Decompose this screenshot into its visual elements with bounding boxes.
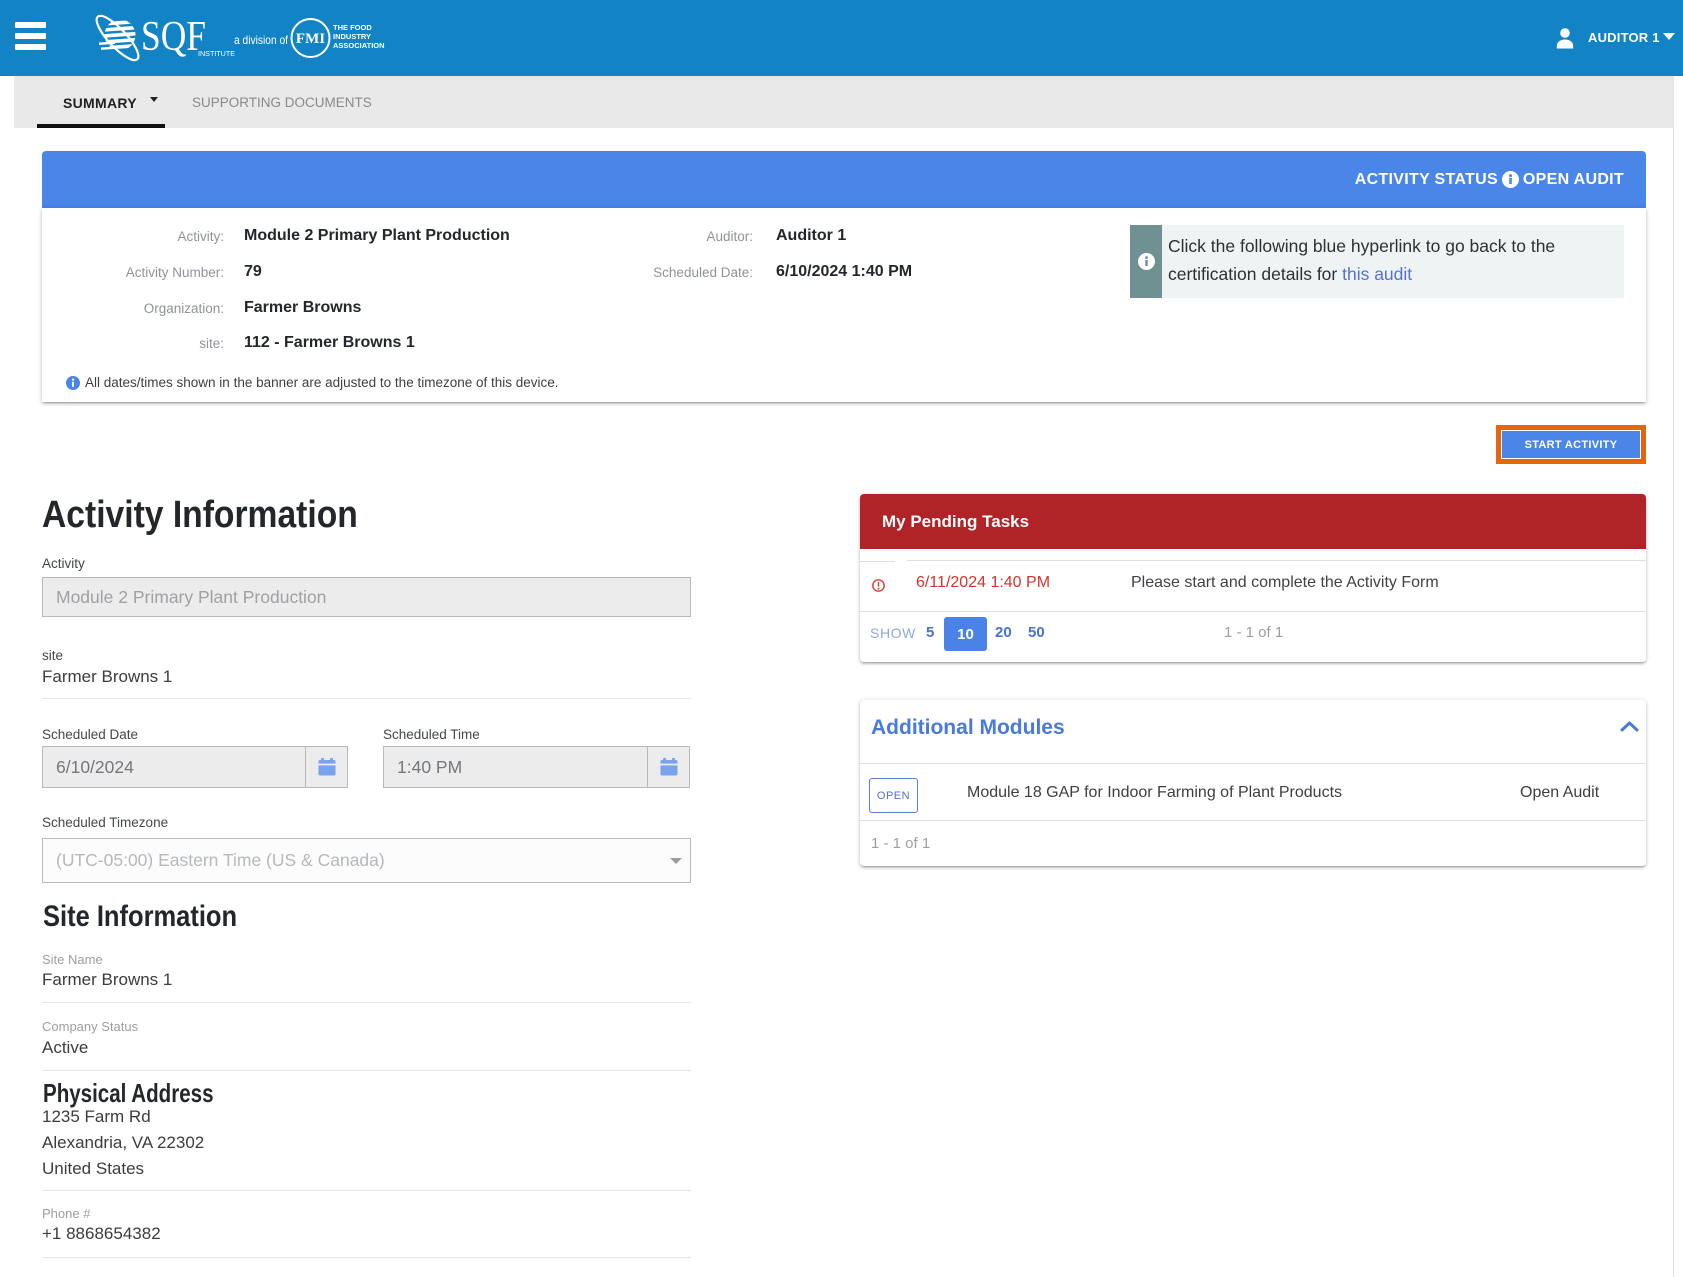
svg-text:a division of: a division of [234, 33, 289, 47]
svg-text:THE FOOD: THE FOOD [333, 23, 372, 32]
svg-text:SQF: SQF [141, 14, 206, 60]
svg-text:ASSOCIATION: ASSOCIATION [333, 41, 385, 50]
svg-text:FMI: FMI [296, 31, 325, 47]
svg-text:INDUSTRY: INDUSTRY [333, 32, 371, 41]
svg-text:INSTITUTE: INSTITUTE [198, 49, 235, 58]
